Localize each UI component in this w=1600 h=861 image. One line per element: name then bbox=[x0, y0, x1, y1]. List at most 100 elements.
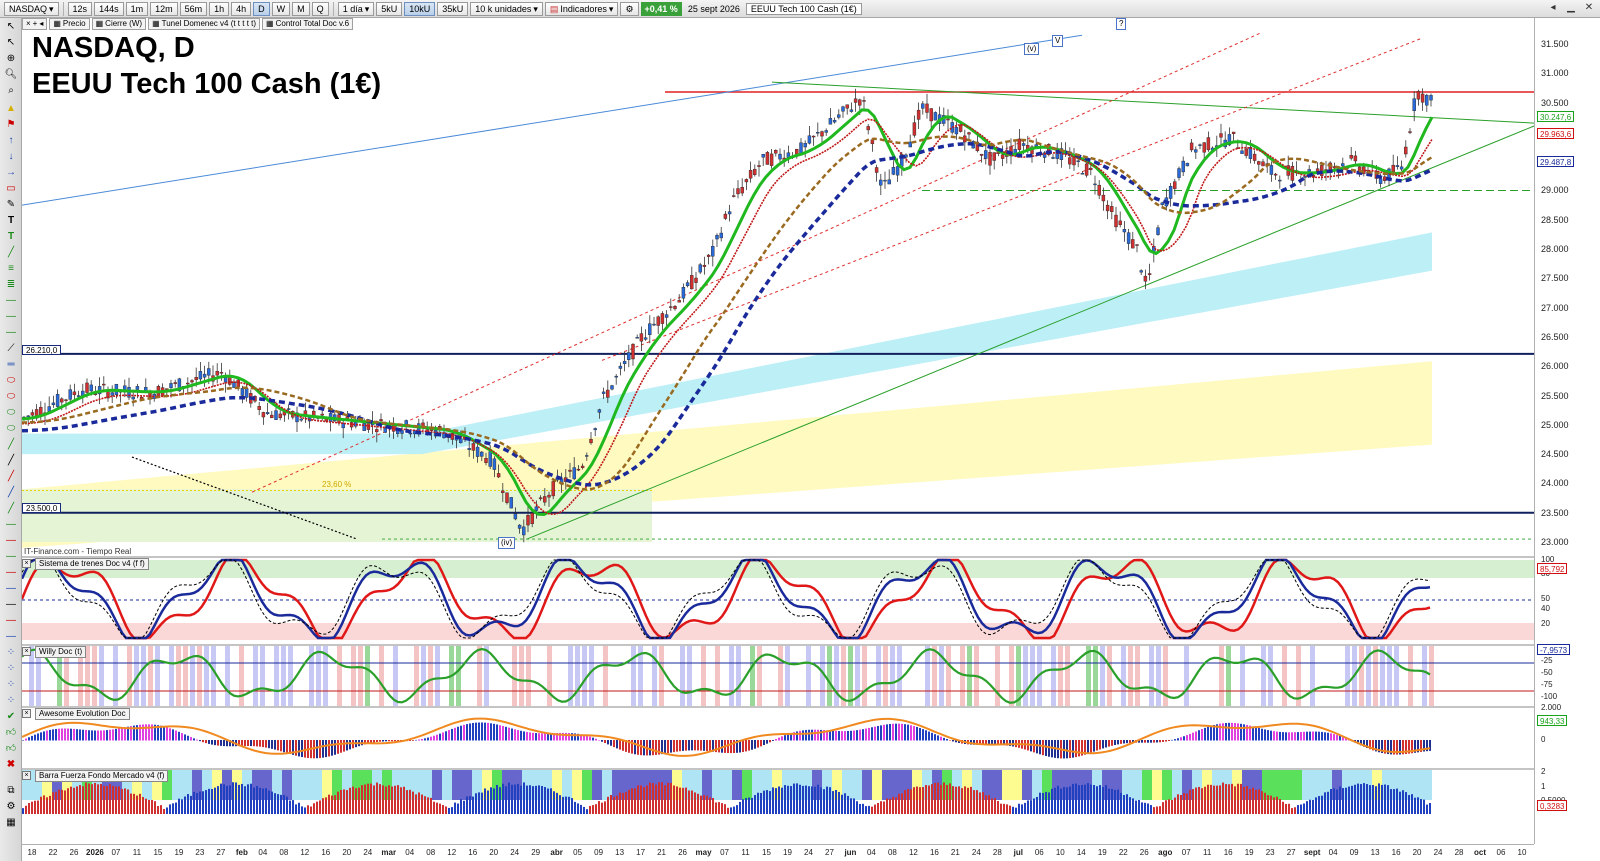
strength-bar bbox=[1192, 789, 1194, 814]
dots-icon[interactable]: ⁘ bbox=[3, 694, 19, 708]
timeframe-button[interactable]: 56m bbox=[179, 1, 208, 16]
line-tool-icon[interactable]: ╱ bbox=[3, 470, 19, 484]
horizontal-line-icon[interactable]: ═ bbox=[3, 358, 19, 372]
indicator-pane-header[interactable]: × Willy Doc (t) bbox=[22, 645, 87, 658]
dots-icon[interactable]: ⁘ bbox=[3, 678, 19, 692]
wave-label-iv[interactable]: (iv) bbox=[498, 537, 516, 549]
ellipse-icon[interactable]: ⬭ bbox=[3, 406, 19, 420]
thumbs-up-icon[interactable]: 👍︎ bbox=[3, 726, 19, 740]
time-axis[interactable]: 18 22 26 2026 07 11 15 19 23 27 feb 04 08 12 16 20 24 mar… bbox=[22, 844, 1534, 861]
gear-icon[interactable]: ⚙ bbox=[3, 800, 19, 814]
timeframe-button[interactable]: M bbox=[292, 1, 310, 16]
horizontal-line-icon[interactable]: — bbox=[3, 534, 19, 548]
close-icon[interactable]: ✕ bbox=[1582, 1, 1596, 15]
unit-button[interactable]: 35kU bbox=[437, 1, 469, 16]
arrow-down-icon[interactable]: ↓ bbox=[3, 150, 19, 164]
wave-label-v[interactable]: V bbox=[1052, 35, 1064, 47]
timeframe-button[interactable]: W bbox=[271, 1, 291, 16]
cursor-icon[interactable]: ↖ bbox=[3, 20, 19, 34]
close-icon[interactable]: × bbox=[22, 771, 31, 780]
timeframe-button[interactable]: 1m bbox=[125, 1, 149, 16]
line-tool-icon[interactable]: ╱ bbox=[3, 486, 19, 500]
search-icon[interactable]: ⌕ bbox=[3, 84, 19, 98]
hline-lower-label[interactable]: 23.500,0 bbox=[22, 503, 62, 513]
channel-icon[interactable]: ≡ bbox=[3, 262, 19, 276]
indicators-button[interactable]: ▤ Indicadores ▾ bbox=[544, 1, 619, 16]
timeframe-button[interactable]: 4h bbox=[231, 1, 252, 16]
horizontal-line-icon[interactable]: — bbox=[3, 630, 19, 644]
close-icon[interactable]: × bbox=[22, 709, 31, 718]
indicator-tab[interactable]: ▦ Control Total Doc v.6 bbox=[262, 18, 354, 30]
indicator-tab[interactable]: ▦ Tunel Domenec v4 (t t t t t) bbox=[148, 18, 261, 30]
hline-upper-label[interactable]: 26.210,0 bbox=[22, 345, 62, 355]
pencil-icon[interactable]: ✎ bbox=[3, 198, 19, 212]
thumbs-up-icon[interactable]: 👍︎ bbox=[3, 742, 19, 756]
cursor-icon[interactable]: ↖ bbox=[3, 36, 19, 50]
close-icon[interactable]: × bbox=[22, 559, 31, 568]
unit-button[interactable]: 10kU bbox=[404, 1, 436, 16]
chart-settings-icon[interactable]: ▦ bbox=[3, 816, 19, 830]
bell-icon[interactable]: ▲ bbox=[3, 102, 19, 116]
dots-icon[interactable]: ⁘ bbox=[3, 662, 19, 676]
line-tool-icon[interactable]: ╱ bbox=[3, 246, 19, 260]
delete-icon[interactable]: ✖ bbox=[3, 758, 19, 772]
horizontal-line-icon[interactable]: — bbox=[3, 582, 19, 596]
unit-button[interactable]: 5kU bbox=[376, 1, 403, 16]
indicator-pane-header[interactable]: × Awesome Evolution Doc bbox=[22, 707, 130, 720]
timeframe-button[interactable]: 12s bbox=[67, 1, 93, 16]
dots-icon[interactable]: ⁘ bbox=[3, 646, 19, 660]
line-tool-icon[interactable]: ╱ bbox=[3, 438, 19, 452]
timeframe-button[interactable]: 12m bbox=[150, 1, 178, 16]
horizontal-line-icon[interactable]: — bbox=[3, 598, 19, 612]
close-icon[interactable]: × bbox=[26, 19, 31, 29]
wave-label-v-small[interactable]: (v) bbox=[1024, 43, 1040, 55]
indicator-pane-header[interactable]: × Sistema de trenes Doc v4 (f f) bbox=[22, 557, 149, 570]
candle-body bbox=[1185, 162, 1190, 167]
ellipse-icon[interactable]: ⬭ bbox=[3, 422, 19, 436]
chart-controls[interactable]: × + ◂ bbox=[22, 18, 48, 30]
horizontal-line-icon[interactable]: — bbox=[3, 326, 19, 340]
horizontal-line-icon[interactable]: — bbox=[3, 294, 19, 308]
ellipse-icon[interactable]: ⬭ bbox=[3, 374, 19, 388]
symbol-selector[interactable]: NASDAQ ▾ bbox=[4, 1, 59, 16]
candle-body bbox=[832, 119, 837, 123]
price-axis[interactable]: 31.50031.00030.50030.00029.50029.00028.5… bbox=[1534, 18, 1600, 844]
timeframe-button[interactable]: 1h bbox=[209, 1, 230, 16]
line-tool-icon[interactable]: ╱ bbox=[3, 502, 19, 516]
horizontal-line-icon[interactable]: — bbox=[3, 566, 19, 580]
text-tool-icon[interactable]: T bbox=[3, 214, 19, 228]
check-icon[interactable]: ✔ bbox=[3, 710, 19, 724]
horizontal-line-icon[interactable]: — bbox=[3, 518, 19, 532]
wave-label-question[interactable]: ? bbox=[1116, 18, 1127, 30]
arrow-right-icon[interactable]: → bbox=[3, 166, 19, 180]
chevron-left-icon[interactable]: ◂ bbox=[39, 19, 43, 29]
settings-button[interactable]: ⚙ bbox=[620, 1, 639, 16]
horizontal-line-icon[interactable]: — bbox=[3, 310, 19, 324]
flag-icon[interactable]: ⚑ bbox=[3, 118, 19, 132]
back-arrow-icon[interactable]: ◂ bbox=[1546, 1, 1560, 15]
period-selector[interactable]: 1 día ▾ bbox=[337, 1, 375, 16]
horizontal-line-icon[interactable]: — bbox=[3, 614, 19, 628]
fibonacci-icon[interactable]: ≣ bbox=[3, 278, 19, 292]
indicator-pane-header[interactable]: × Barra Fuerza Fondo Mercado v4 (f) bbox=[22, 769, 169, 782]
chart-area[interactable]: × + ◂ ▦ Precio ▦ Cierre (W) ▦ Tunel Domenec v… bbox=[22, 18, 1534, 844]
timeframe-button[interactable]: 144s bbox=[94, 1, 124, 16]
plus-icon[interactable]: + bbox=[33, 19, 38, 29]
horizontal-line-icon[interactable]: — bbox=[3, 550, 19, 564]
close-icon[interactable]: × bbox=[22, 647, 31, 656]
text-tool-icon[interactable]: T bbox=[3, 230, 19, 244]
line-tool-icon[interactable]: ╱ bbox=[3, 454, 19, 468]
indicator-tab[interactable]: ▦ Cierre (W) bbox=[91, 18, 147, 30]
units-selector[interactable]: 10 k unidades ▾ bbox=[470, 1, 543, 16]
zoom-in-icon[interactable]: ⊕ bbox=[3, 52, 19, 66]
zoom-icon[interactable]: 🔍︎ bbox=[3, 68, 19, 82]
ellipse-icon[interactable]: ⬭ bbox=[3, 390, 19, 404]
minimize-icon[interactable]: ▁ bbox=[1564, 1, 1578, 15]
rectangle-icon[interactable]: ▭ bbox=[3, 182, 19, 196]
layers-icon[interactable]: ⧉ bbox=[3, 784, 19, 798]
arrow-up-icon[interactable]: ↑ bbox=[3, 134, 19, 148]
indicator-tab[interactable]: ▦ Precio bbox=[49, 18, 90, 30]
timeframe-button[interactable]: D bbox=[253, 1, 270, 16]
timeframe-button[interactable]: Q bbox=[311, 1, 329, 16]
ruler-icon[interactable]: ⟋ bbox=[3, 342, 19, 356]
